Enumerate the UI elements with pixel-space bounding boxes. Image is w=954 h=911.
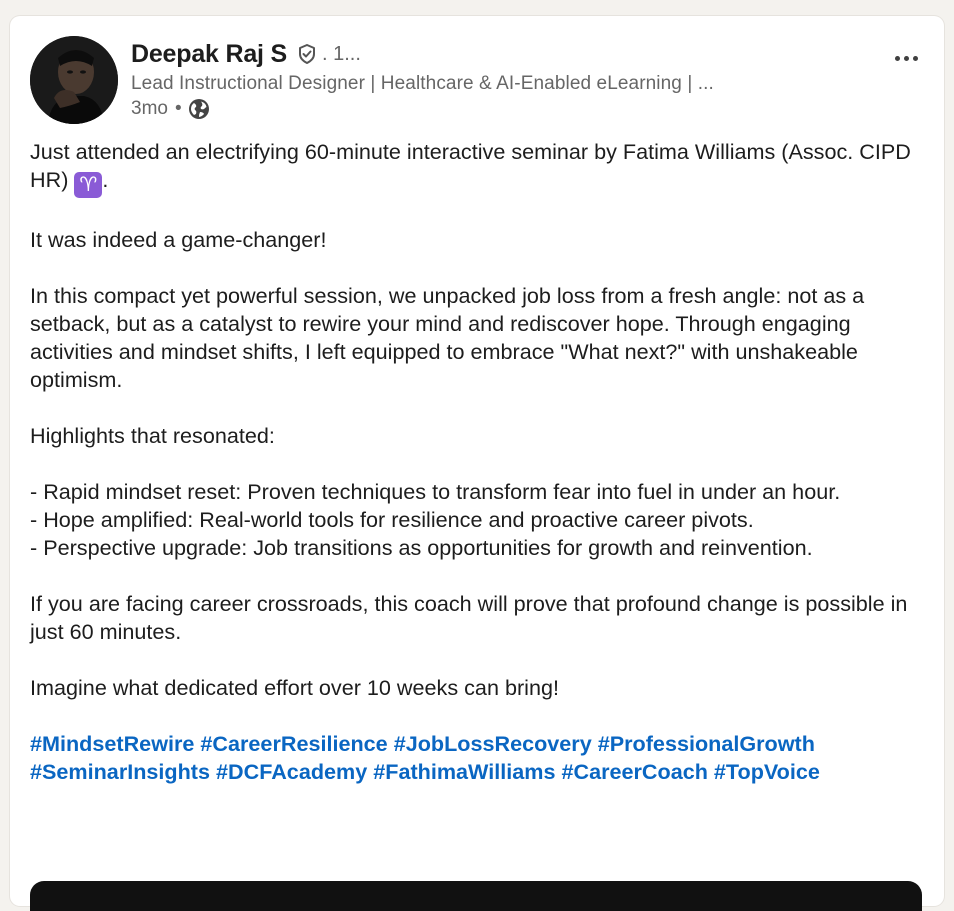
hashtag-list: #MindsetRewire #CareerResilience #JobLos… bbox=[30, 730, 926, 786]
hashtag-link[interactable]: #TopVoice bbox=[714, 759, 820, 784]
paragraph-highlights-heading: Highlights that resonated: bbox=[30, 423, 275, 448]
meta-separator: • bbox=[174, 98, 182, 119]
post-card: Deepak Raj S . 1... Lead Instructional D… bbox=[10, 16, 944, 911]
paragraph-game-changer: It was indeed a game-changer! bbox=[30, 227, 327, 252]
shield-check-icon bbox=[296, 43, 318, 65]
post-header: Deepak Raj S . 1... Lead Instructional D… bbox=[131, 38, 831, 120]
hashtag-link[interactable]: #FathimaWilliams bbox=[373, 759, 555, 784]
paragraph-intro: Just attended an electrifying 60-minute … bbox=[30, 139, 911, 198]
hashtag-link[interactable]: #CareerResilience bbox=[200, 731, 387, 756]
hashtag-link[interactable]: #ProfessionalGrowth bbox=[598, 731, 815, 756]
author-name[interactable]: Deepak Raj S bbox=[131, 40, 287, 69]
author-name-row: Deepak Raj S . 1... bbox=[131, 38, 831, 70]
paragraph-crossroads: If you are facing career crossroads, thi… bbox=[30, 591, 908, 644]
hashtag-link[interactable]: #SeminarInsights bbox=[30, 759, 210, 784]
bullet-item: - Perspective upgrade: Job transitions a… bbox=[30, 535, 813, 560]
post-meta: 3mo • bbox=[131, 98, 831, 120]
paragraph-imagine: Imagine what dedicated effort over 10 we… bbox=[30, 675, 559, 700]
more-options-button[interactable] bbox=[888, 46, 924, 70]
bullet-item: - Rapid mindset reset: Proven techniques… bbox=[30, 479, 841, 504]
post-body: Just attended an electrifying 60-minute … bbox=[30, 138, 926, 786]
connection-degree: . 1... bbox=[322, 42, 361, 65]
paragraph-session: In this compact yet powerful session, we… bbox=[30, 283, 865, 392]
hashtag-link[interactable]: #DCFAcademy bbox=[216, 759, 367, 784]
hashtag-link[interactable]: #JobLossRecovery bbox=[394, 731, 592, 756]
aries-emoji: ♈ bbox=[74, 172, 103, 198]
hashtag-link[interactable]: #MindsetRewire bbox=[30, 731, 194, 756]
avatar[interactable] bbox=[30, 36, 118, 124]
author-headline: Lead Instructional Designer | Healthcare… bbox=[131, 73, 714, 94]
hashtag-link[interactable]: #CareerCoach bbox=[561, 759, 707, 784]
globe-icon bbox=[188, 98, 210, 120]
post-time[interactable]: 3mo bbox=[131, 98, 168, 120]
more-horizontal-icon bbox=[894, 55, 900, 61]
avatar-photo bbox=[30, 36, 118, 124]
post-media-preview[interactable] bbox=[30, 881, 922, 911]
bullet-item: - Hope amplified: Real-world tools for r… bbox=[30, 507, 754, 532]
